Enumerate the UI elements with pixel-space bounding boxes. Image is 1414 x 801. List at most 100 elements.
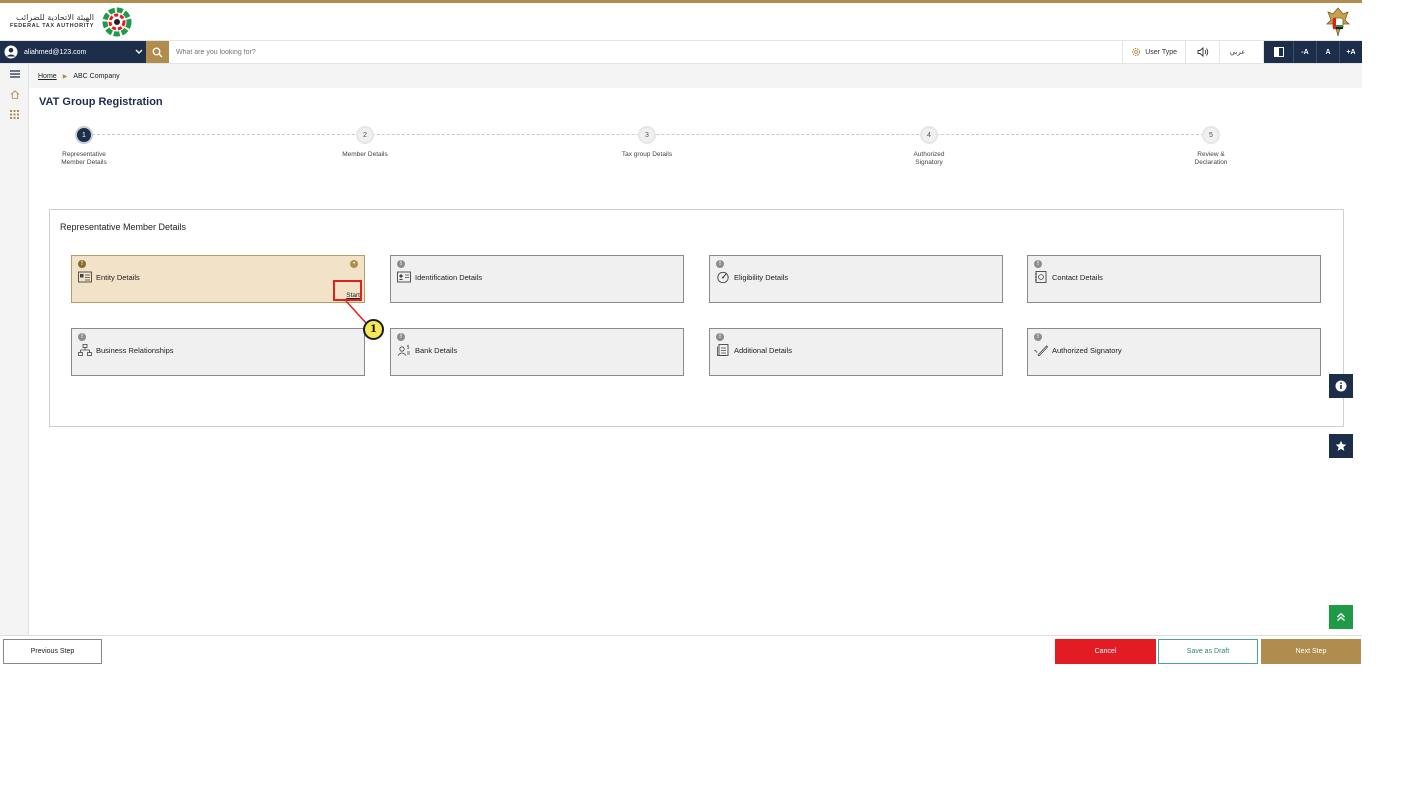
status-badge-icon: • xyxy=(350,260,358,268)
status-pending-icon: ! xyxy=(397,333,405,341)
double-chevron-up-icon xyxy=(1337,612,1345,621)
favorite-button[interactable] xyxy=(1329,434,1353,458)
card-business-relationships-label: Business Relationships xyxy=(96,346,174,355)
accessibility-tools: User Type عربي -A A +A xyxy=(1122,41,1362,63)
document-icon xyxy=(717,344,729,356)
logo-english-text: FEDERAL TAX AUTHORITY xyxy=(10,23,94,29)
step-5[interactable]: 5 Review & Declaration xyxy=(1151,126,1271,167)
save-draft-button[interactable]: Save as Draft xyxy=(1158,639,1258,664)
previous-step-button[interactable]: Previous Step xyxy=(3,639,102,664)
org-chart-icon xyxy=(78,344,92,356)
card-entity-details[interactable]: ! • Entity Details Start xyxy=(71,255,365,303)
scroll-to-top-button[interactable] xyxy=(1329,605,1353,629)
user-type-selector[interactable]: User Type xyxy=(1122,41,1185,63)
card-bank-details[interactable]: ! $ Bank Details xyxy=(390,328,684,376)
step-3-label: Tax group Details xyxy=(621,151,673,158)
card-additional-details-label: Additional Details xyxy=(734,346,792,355)
card-additional-details[interactable]: ! Additional Details xyxy=(709,328,1003,376)
card-business-relationships[interactable]: ! Business Relationships xyxy=(71,328,365,376)
uae-emblem-icon xyxy=(1326,7,1350,37)
card-eligibility-details-label: Eligibility Details xyxy=(734,273,789,282)
step-4-number: 4 xyxy=(920,126,938,144)
contact-book-icon xyxy=(1035,271,1047,283)
step-callout-badge: 1 xyxy=(363,319,384,340)
main-content: VAT Group Registration 1 Representative … xyxy=(29,88,1362,628)
step-3[interactable]: 3 Tax group Details xyxy=(587,126,707,159)
card-contact-details-label: Contact Details xyxy=(1052,273,1103,282)
contrast-toggle[interactable] xyxy=(1263,41,1293,63)
star-icon xyxy=(1335,440,1347,451)
info-button[interactable] xyxy=(1329,374,1353,398)
step-5-label: Review & xyxy=(1197,151,1225,158)
font-increase-button[interactable]: +A xyxy=(1339,41,1362,63)
breadcrumb-current: ABC Company xyxy=(73,72,120,80)
fta-emblem-icon xyxy=(102,7,132,37)
search-input[interactable] xyxy=(176,44,676,60)
card-authorized-signatory[interactable]: ! Authorized Signatory xyxy=(1027,328,1321,376)
home-nav-button[interactable] xyxy=(0,84,29,104)
card-identification-details-label: Identification Details xyxy=(415,273,483,282)
breadcrumb-home-link[interactable]: Home xyxy=(38,73,57,80)
breadcrumb-separator-icon: ▶ xyxy=(62,73,68,80)
bank-user-icon: $ xyxy=(397,345,410,356)
status-pending-icon: ! xyxy=(397,260,405,268)
language-toggle[interactable]: عربي xyxy=(1219,41,1255,63)
info-icon xyxy=(1335,380,1347,392)
status-pending-icon: ! xyxy=(78,260,86,268)
contrast-icon xyxy=(1273,47,1284,57)
footer-actions: Previous Step Cancel Save as Draft Next … xyxy=(0,635,1362,665)
card-identification-details[interactable]: ! Identification Details xyxy=(390,255,684,303)
status-pending-icon: ! xyxy=(716,260,724,268)
page-title: VAT Group Registration xyxy=(39,96,163,108)
apps-nav-button[interactable] xyxy=(0,104,29,124)
step-2-number: 2 xyxy=(356,126,374,144)
gear-icon xyxy=(1132,47,1141,57)
step-4[interactable]: 4 Authorized Signatory xyxy=(869,126,989,167)
font-decrease-button[interactable]: -A xyxy=(1293,41,1316,63)
status-pending-icon: ! xyxy=(1034,333,1042,341)
id-card-icon xyxy=(78,271,92,283)
user-menu[interactable]: aliahmed@123.com xyxy=(0,41,146,63)
step-4-label-line2: Signatory xyxy=(915,159,943,166)
top-toolbar: aliahmed@123.com User Type عربي -A A xyxy=(0,40,1362,64)
step-5-label-line2: Declaration xyxy=(1194,159,1228,166)
status-pending-icon: ! xyxy=(716,333,724,341)
card-entity-details-label: Entity Details xyxy=(96,273,140,282)
step-1[interactable]: 1 Representative Member Details xyxy=(24,126,144,167)
user-type-label: User Type xyxy=(1145,48,1177,56)
user-avatar-icon xyxy=(0,41,22,63)
pen-signature-icon xyxy=(1034,345,1048,356)
next-step-button[interactable]: Next Step xyxy=(1261,639,1361,664)
breadcrumb: Home ▶ ABC Company xyxy=(29,64,1362,88)
grid-icon xyxy=(10,109,19,119)
chevron-down-icon xyxy=(132,48,146,57)
step-1-number: 1 xyxy=(75,126,93,144)
card-bank-details-label: Bank Details xyxy=(415,346,458,355)
menu-toggle-button[interactable] xyxy=(0,64,29,84)
step-2[interactable]: 2 Member Details xyxy=(305,126,425,159)
fta-logo[interactable]: الهيئة الاتحادية للضرائب FEDERAL TAX AUT… xyxy=(10,7,134,37)
card-authorized-signatory-label: Authorized Signatory xyxy=(1052,346,1122,355)
card-eligibility-details[interactable]: ! Eligibility Details xyxy=(709,255,1003,303)
user-email: aliahmed@123.com xyxy=(24,48,87,56)
representative-member-panel: Representative Member Details ! • Entity… xyxy=(49,209,1344,427)
svg-text:$: $ xyxy=(407,345,410,351)
search-icon xyxy=(152,47,163,57)
id-badge-icon xyxy=(397,271,411,283)
cancel-button[interactable]: Cancel xyxy=(1055,639,1156,664)
logo-arabic-text: الهيئة الاتحادية للضرائب xyxy=(16,13,94,22)
card-contact-details[interactable]: ! Contact Details xyxy=(1027,255,1321,303)
font-normal-button[interactable]: A xyxy=(1316,41,1339,63)
status-pending-icon: ! xyxy=(78,333,86,341)
search-button[interactable] xyxy=(146,41,169,63)
step-4-label: Authorized xyxy=(913,151,945,158)
hamburger-icon xyxy=(9,70,20,78)
step-2-label: Member Details xyxy=(342,151,388,158)
home-icon xyxy=(10,89,19,99)
start-highlight-box xyxy=(333,280,362,301)
status-pending-icon: ! xyxy=(1034,260,1042,268)
step-1-label: Representative xyxy=(62,151,106,158)
step-3-number: 3 xyxy=(638,126,656,144)
header: الهيئة الاتحادية للضرائب FEDERAL TAX AUT… xyxy=(0,3,1362,40)
text-to-speech-button[interactable] xyxy=(1185,41,1219,63)
